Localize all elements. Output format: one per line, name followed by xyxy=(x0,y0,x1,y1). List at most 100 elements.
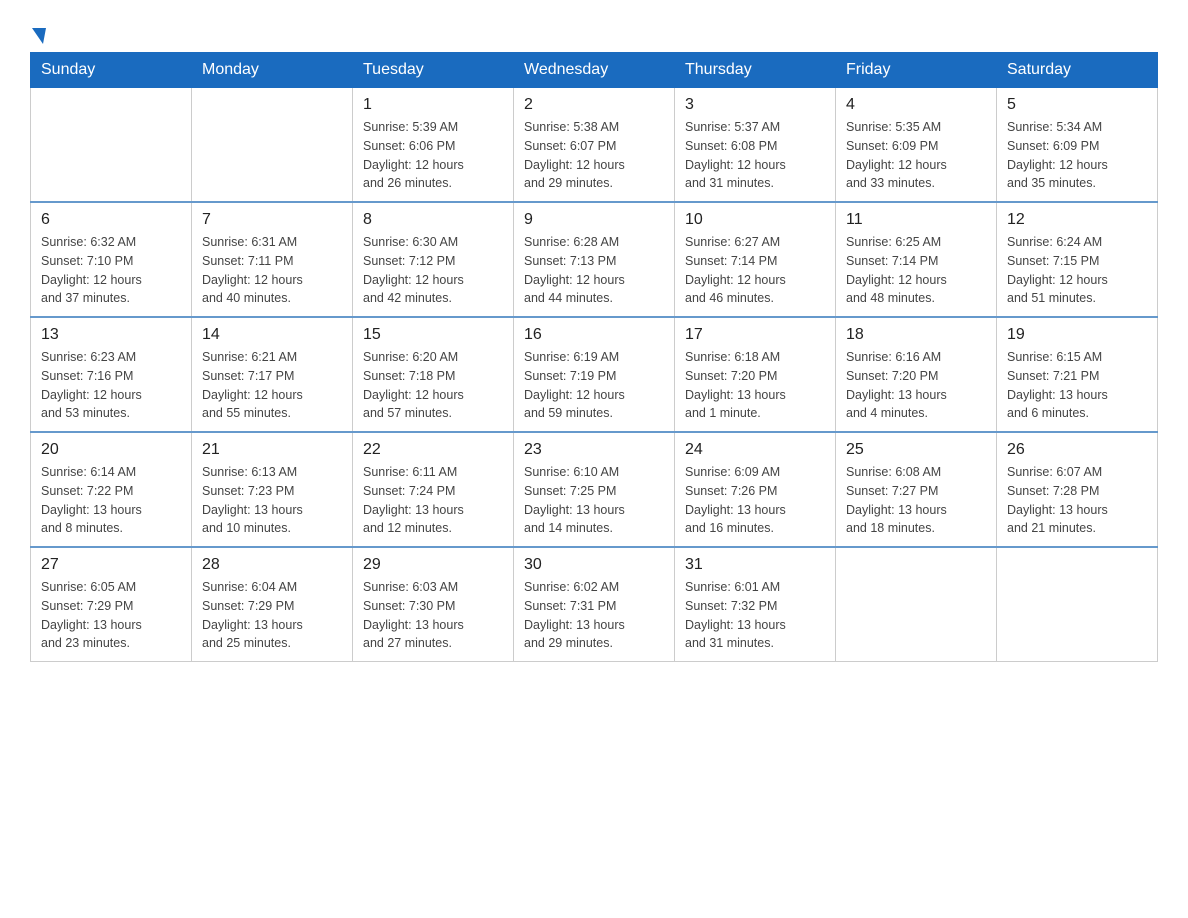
day-info: Sunrise: 6:24 AM Sunset: 7:15 PM Dayligh… xyxy=(1007,233,1147,308)
calendar-cell: 24 Sunrise: 6:09 AM Sunset: 7:26 PM Dayli… xyxy=(675,432,836,547)
calendar-week-3: 13 Sunrise: 6:23 AM Sunset: 7:16 PM Dayli… xyxy=(31,317,1158,432)
day-number: 30 xyxy=(524,556,664,574)
day-number: 8 xyxy=(363,211,503,229)
calendar-week-1: 1 Sunrise: 5:39 AM Sunset: 6:06 PM Daylig… xyxy=(31,88,1158,203)
calendar-cell: 18 Sunrise: 6:16 AM Sunset: 7:20 PM Dayli… xyxy=(836,317,997,432)
day-info: Sunrise: 6:13 AM Sunset: 7:23 PM Dayligh… xyxy=(202,463,342,538)
calendar-cell: 21 Sunrise: 6:13 AM Sunset: 7:23 PM Dayli… xyxy=(192,432,353,547)
calendar-cell xyxy=(192,88,353,203)
calendar-cell: 3 Sunrise: 5:37 AM Sunset: 6:08 PM Daylig… xyxy=(675,88,836,203)
day-number: 26 xyxy=(1007,441,1147,459)
day-info: Sunrise: 6:10 AM Sunset: 7:25 PM Dayligh… xyxy=(524,463,664,538)
day-number: 3 xyxy=(685,96,825,114)
calendar-cell: 29 Sunrise: 6:03 AM Sunset: 7:30 PM Dayli… xyxy=(353,547,514,662)
calendar-body: 1 Sunrise: 5:39 AM Sunset: 6:06 PM Daylig… xyxy=(31,88,1158,662)
day-number: 7 xyxy=(202,211,342,229)
day-info: Sunrise: 6:21 AM Sunset: 7:17 PM Dayligh… xyxy=(202,348,342,423)
calendar-cell: 7 Sunrise: 6:31 AM Sunset: 7:11 PM Daylig… xyxy=(192,202,353,317)
day-header-wednesday: Wednesday xyxy=(514,53,675,88)
calendar-cell: 28Sunrise: 6:04 AM Sunset: 7:29 PM Dayli… xyxy=(192,547,353,662)
day-number: 25 xyxy=(846,441,986,459)
day-info: Sunrise: 5:39 AM Sunset: 6:06 PM Dayligh… xyxy=(363,118,503,193)
calendar-cell xyxy=(997,547,1158,662)
day-info: Sunrise: 6:02 AM Sunset: 7:31 PM Dayligh… xyxy=(524,578,664,653)
day-header-tuesday: Tuesday xyxy=(353,53,514,88)
calendar-header: SundayMondayTuesdayWednesdayThursdayFrid… xyxy=(31,53,1158,88)
calendar-cell: 19 Sunrise: 6:15 AM Sunset: 7:21 PM Dayli… xyxy=(997,317,1158,432)
day-number: 6 xyxy=(41,211,181,229)
day-number: 10 xyxy=(685,211,825,229)
day-info: Sunrise: 6:19 AM Sunset: 7:19 PM Dayligh… xyxy=(524,348,664,423)
day-info: Sunrise: 6:28 AM Sunset: 7:13 PM Dayligh… xyxy=(524,233,664,308)
calendar-cell: 17 Sunrise: 6:18 AM Sunset: 7:20 PM Dayli… xyxy=(675,317,836,432)
calendar-cell xyxy=(836,547,997,662)
days-of-week-row: SundayMondayTuesdayWednesdayThursdayFrid… xyxy=(31,53,1158,88)
day-number: 20 xyxy=(41,441,181,459)
day-info: Sunrise: 6:32 AM Sunset: 7:10 PM Dayligh… xyxy=(41,233,181,308)
day-number: 28 xyxy=(202,556,342,574)
calendar-cell: 13 Sunrise: 6:23 AM Sunset: 7:16 PM Dayli… xyxy=(31,317,192,432)
calendar-cell: 9Sunrise: 6:28 AM Sunset: 7:13 PM Daylig… xyxy=(514,202,675,317)
calendar-cell: 27 Sunrise: 6:05 AM Sunset: 7:29 PM Dayli… xyxy=(31,547,192,662)
day-number: 4 xyxy=(846,96,986,114)
calendar-week-4: 20 Sunrise: 6:14 AM Sunset: 7:22 PM Dayli… xyxy=(31,432,1158,547)
calendar-cell: 22 Sunrise: 6:11 AM Sunset: 7:24 PM Dayli… xyxy=(353,432,514,547)
day-number: 5 xyxy=(1007,96,1147,114)
day-info: Sunrise: 6:30 AM Sunset: 7:12 PM Dayligh… xyxy=(363,233,503,308)
day-header-sunday: Sunday xyxy=(31,53,192,88)
day-info: Sunrise: 6:31 AM Sunset: 7:11 PM Dayligh… xyxy=(202,233,342,308)
day-number: 17 xyxy=(685,326,825,344)
day-info: Sunrise: 6:23 AM Sunset: 7:16 PM Dayligh… xyxy=(41,348,181,423)
day-info: Sunrise: 6:01 AM Sunset: 7:32 PM Dayligh… xyxy=(685,578,825,653)
calendar-cell: 1 Sunrise: 5:39 AM Sunset: 6:06 PM Daylig… xyxy=(353,88,514,203)
calendar-cell: 4 Sunrise: 5:35 AM Sunset: 6:09 PM Daylig… xyxy=(836,88,997,203)
day-info: Sunrise: 5:35 AM Sunset: 6:09 PM Dayligh… xyxy=(846,118,986,193)
calendar-cell: 30 Sunrise: 6:02 AM Sunset: 7:31 PM Dayli… xyxy=(514,547,675,662)
day-number: 29 xyxy=(363,556,503,574)
day-info: Sunrise: 6:03 AM Sunset: 7:30 PM Dayligh… xyxy=(363,578,503,653)
day-number: 24 xyxy=(685,441,825,459)
day-header-friday: Friday xyxy=(836,53,997,88)
day-number: 22 xyxy=(363,441,503,459)
calendar-cell: 26Sunrise: 6:07 AM Sunset: 7:28 PM Dayli… xyxy=(997,432,1158,547)
day-info: Sunrise: 6:14 AM Sunset: 7:22 PM Dayligh… xyxy=(41,463,181,538)
calendar-cell: 5 Sunrise: 5:34 AM Sunset: 6:09 PM Daylig… xyxy=(997,88,1158,203)
day-number: 21 xyxy=(202,441,342,459)
day-info: Sunrise: 6:11 AM Sunset: 7:24 PM Dayligh… xyxy=(363,463,503,538)
calendar-week-5: 27 Sunrise: 6:05 AM Sunset: 7:29 PM Dayli… xyxy=(31,547,1158,662)
day-number: 13 xyxy=(41,326,181,344)
calendar-cell: 16Sunrise: 6:19 AM Sunset: 7:19 PM Dayli… xyxy=(514,317,675,432)
calendar-cell: 2Sunrise: 5:38 AM Sunset: 6:07 PM Daylig… xyxy=(514,88,675,203)
day-info: Sunrise: 6:27 AM Sunset: 7:14 PM Dayligh… xyxy=(685,233,825,308)
day-info: Sunrise: 6:15 AM Sunset: 7:21 PM Dayligh… xyxy=(1007,348,1147,423)
day-info: Sunrise: 5:37 AM Sunset: 6:08 PM Dayligh… xyxy=(685,118,825,193)
day-info: Sunrise: 6:05 AM Sunset: 7:29 PM Dayligh… xyxy=(41,578,181,653)
day-info: Sunrise: 6:16 AM Sunset: 7:20 PM Dayligh… xyxy=(846,348,986,423)
day-info: Sunrise: 5:34 AM Sunset: 6:09 PM Dayligh… xyxy=(1007,118,1147,193)
day-number: 12 xyxy=(1007,211,1147,229)
day-info: Sunrise: 6:18 AM Sunset: 7:20 PM Dayligh… xyxy=(685,348,825,423)
calendar-cell: 8 Sunrise: 6:30 AM Sunset: 7:12 PM Daylig… xyxy=(353,202,514,317)
page-header xyxy=(30,20,1158,42)
calendar-cell: 12 Sunrise: 6:24 AM Sunset: 7:15 PM Dayli… xyxy=(997,202,1158,317)
day-number: 14 xyxy=(202,326,342,344)
calendar-cell: 23Sunrise: 6:10 AM Sunset: 7:25 PM Dayli… xyxy=(514,432,675,547)
day-number: 15 xyxy=(363,326,503,344)
day-number: 19 xyxy=(1007,326,1147,344)
day-info: Sunrise: 6:20 AM Sunset: 7:18 PM Dayligh… xyxy=(363,348,503,423)
day-number: 11 xyxy=(846,211,986,229)
day-header-saturday: Saturday xyxy=(997,53,1158,88)
day-header-thursday: Thursday xyxy=(675,53,836,88)
logo-triangle-icon xyxy=(32,28,46,44)
day-header-monday: Monday xyxy=(192,53,353,88)
day-number: 18 xyxy=(846,326,986,344)
calendar-table: SundayMondayTuesdayWednesdayThursdayFrid… xyxy=(30,52,1158,662)
calendar-cell: 15 Sunrise: 6:20 AM Sunset: 7:18 PM Dayli… xyxy=(353,317,514,432)
day-number: 27 xyxy=(41,556,181,574)
calendar-cell: 31Sunrise: 6:01 AM Sunset: 7:32 PM Dayli… xyxy=(675,547,836,662)
calendar-cell: 11Sunrise: 6:25 AM Sunset: 7:14 PM Dayli… xyxy=(836,202,997,317)
day-number: 1 xyxy=(363,96,503,114)
calendar-week-2: 6 Sunrise: 6:32 AM Sunset: 7:10 PM Daylig… xyxy=(31,202,1158,317)
day-info: Sunrise: 6:09 AM Sunset: 7:26 PM Dayligh… xyxy=(685,463,825,538)
day-info: Sunrise: 6:08 AM Sunset: 7:27 PM Dayligh… xyxy=(846,463,986,538)
